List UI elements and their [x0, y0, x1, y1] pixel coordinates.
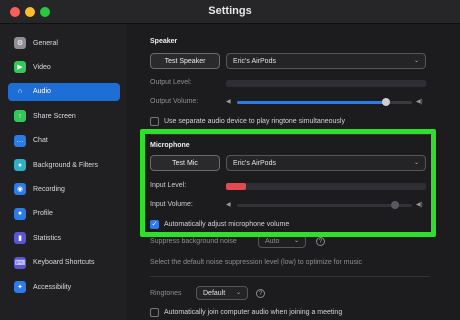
- chevron-down-icon: ⌄: [235, 290, 241, 296]
- noise-help-icon[interactable]: ?: [316, 237, 325, 246]
- microphone-highlight-box: [140, 129, 436, 237]
- suppress-noise-value: Auto: [265, 238, 280, 245]
- sidebar-item-label: Recording: [33, 185, 65, 193]
- sidebar-item-label: Accessibility: [33, 283, 72, 291]
- sidebar-item-recording[interactable]: ◉ Recording: [8, 180, 120, 198]
- title-bar: Settings: [0, 0, 460, 24]
- sidebar-item-label: Audio: [33, 88, 51, 96]
- sidebar-item-accessibility[interactable]: ✦ Accessibility: [8, 278, 120, 296]
- speaker-section-title: Speaker: [150, 38, 178, 45]
- output-level-label: Output Level:: [150, 79, 192, 86]
- sidebar-item-label: General: [33, 39, 58, 47]
- sidebar-item-chat[interactable]: … Chat: [8, 132, 120, 150]
- record-icon: ◉: [14, 183, 26, 196]
- output-volume-thumb[interactable]: [381, 98, 390, 106]
- chevron-down-icon: ⌄: [293, 238, 299, 244]
- chevron-down-icon: ⌄: [413, 58, 419, 64]
- output-level-meter: [226, 80, 426, 87]
- sidebar-item-general[interactable]: ⚙ General: [8, 34, 120, 52]
- speaker-high-icon: ◀): [416, 99, 423, 105]
- output-volume-slider[interactable]: [237, 98, 412, 106]
- ringtone-device-label: Use separate audio device to play ringto…: [164, 118, 345, 125]
- gear-icon: ⚙: [14, 37, 26, 49]
- sidebar-item-background-filters[interactable]: ● Background & Filters: [8, 156, 120, 174]
- speaker-device-select[interactable]: Eric's AirPods ⌄: [226, 53, 426, 69]
- ringtones-select[interactable]: Default ⌄: [196, 286, 248, 300]
- ringtone-device-checkbox[interactable]: [150, 117, 159, 126]
- profile-icon: ●: [14, 207, 26, 220]
- sidebar-item-label: Profile: [33, 210, 53, 218]
- ringtones-help-icon[interactable]: ?: [256, 289, 265, 298]
- output-volume-fill: [237, 101, 386, 104]
- sidebar-item-label: Background & Filters: [33, 161, 98, 169]
- sidebar-item-label: Video: [33, 63, 51, 71]
- sidebar-item-label: Keyboard Shortcuts: [33, 259, 95, 267]
- sidebar-item-share-screen[interactable]: ↑ Share Screen: [8, 107, 120, 125]
- sidebar: ⚙ General ▶ Video ∩ Audio ↑ Share Screen … Chat ● B…: [0, 24, 126, 320]
- speaker-device-value: Eric's AirPods: [233, 57, 276, 65]
- output-volume-label: Output Volume:: [150, 98, 199, 105]
- headphones-icon: ∩: [17, 88, 23, 96]
- section-divider: [150, 276, 430, 277]
- suppress-noise-label: Suppress background noise: [150, 238, 237, 245]
- sidebar-item-label: Chat: [33, 137, 48, 145]
- sidebar-item-video[interactable]: ▶ Video: [8, 58, 120, 76]
- sidebar-item-statistics[interactable]: ▮ Statistics: [8, 229, 120, 247]
- auto-join-audio-checkbox[interactable]: [150, 308, 159, 317]
- sidebar-item-audio[interactable]: ∩ Audio: [8, 82, 120, 101]
- noise-hint-text: Select the default noise suppression lev…: [150, 259, 363, 266]
- test-speaker-button[interactable]: Test Speaker: [150, 53, 220, 69]
- accessibility-icon: ✦: [14, 281, 26, 293]
- speaker-low-icon: ◀: [226, 99, 231, 105]
- share-screen-icon: ↑: [14, 110, 26, 123]
- keyboard-icon: ⌨: [14, 256, 26, 269]
- sidebar-item-label: Statistics: [33, 234, 62, 242]
- bar-chart-icon: ▮: [14, 232, 26, 245]
- sidebar-item-profile[interactable]: ● Profile: [8, 205, 120, 223]
- window-title: Settings: [208, 5, 252, 17]
- sidebar-item-keyboard-shortcuts[interactable]: ⌨ Keyboard Shortcuts: [8, 254, 120, 272]
- auto-join-audio-label: Automatically join computer audio when j…: [164, 309, 343, 316]
- ringtones-value: Default: [203, 289, 226, 297]
- sidebar-item-label: Share Screen: [33, 112, 76, 120]
- video-camera-icon: ▶: [14, 61, 26, 74]
- chat-bubble-icon: …: [14, 134, 26, 147]
- person-background-icon: ●: [14, 159, 26, 171]
- ringtones-label: Ringtones: [150, 290, 182, 297]
